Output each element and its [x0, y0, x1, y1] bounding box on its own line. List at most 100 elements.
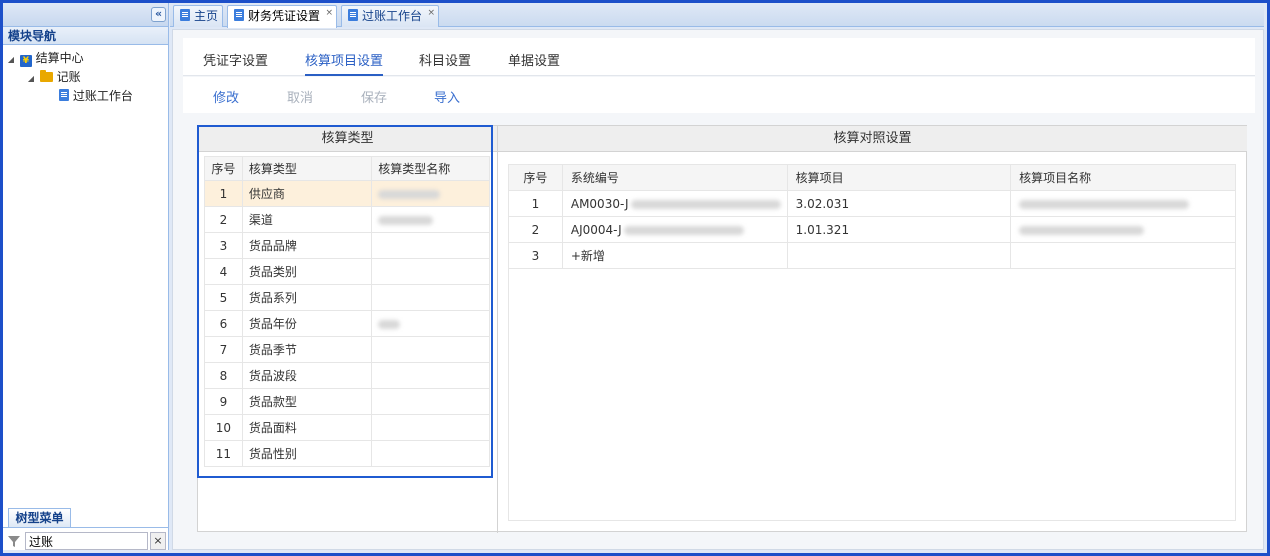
menu-search-row: × — [3, 531, 169, 551]
table-row[interactable]: 7 货品季节 — [204, 336, 490, 363]
column-header: 核算类型 — [241, 156, 373, 181]
accounting-type-cell[interactable]: 货品系列 — [241, 284, 373, 311]
column-header: 核算项目 — [786, 164, 1012, 191]
name-cell[interactable] — [371, 414, 490, 441]
system-code: AJ0004-J — [570, 222, 622, 237]
expand-arrow-icon[interactable]: ◢ — [26, 69, 36, 88]
close-icon[interactable]: × — [325, 3, 333, 23]
redacted-item-name-cell[interactable] — [1010, 216, 1236, 243]
import-button[interactable]: 导入 — [434, 87, 460, 106]
table-row[interactable]: 3 货品品牌 — [204, 232, 490, 259]
nav-title: 模块导航 — [3, 27, 168, 45]
folder-icon — [39, 70, 53, 82]
accounting-mapping-table: 序号 系统编号 核算项目 核算项目名称 1 AM0030-J 3.02.031 … — [508, 164, 1236, 269]
table-row[interactable]: 1 供应商 — [204, 180, 490, 207]
table-row[interactable]: 3 +新增 — [508, 242, 1236, 269]
tab-home[interactable]: 主页 — [173, 5, 223, 27]
table-row[interactable]: 5 货品系列 — [204, 284, 490, 311]
accounting-type-cell[interactable]: 货品年份 — [241, 310, 373, 337]
row-number: 2 — [508, 216, 563, 243]
yen-icon: ¥ — [19, 55, 32, 67]
name-cell[interactable] — [371, 336, 490, 363]
accounting-type-cell[interactable]: 货品品牌 — [241, 232, 373, 259]
name-cell[interactable] — [371, 284, 490, 311]
close-icon[interactable]: × — [150, 532, 166, 550]
accounting-type-cell[interactable]: 货品季节 — [241, 336, 373, 363]
table-row[interactable]: 8 货品波段 — [204, 362, 490, 389]
subtab-voucher-word[interactable]: 凭证字设置 — [203, 50, 268, 69]
tree-node-settlement-center[interactable]: ◢ ¥ 结算中心 — [3, 49, 168, 68]
table-row[interactable]: 4 货品类别 — [204, 258, 490, 285]
tab-label: 主页 — [194, 9, 219, 23]
system-code-cell[interactable]: AJ0004-J — [561, 216, 788, 243]
accounting-item-cell[interactable]: 1.01.321 — [786, 216, 1012, 243]
filter-icon[interactable] — [7, 534, 21, 548]
accounting-type-table: 序号 核算类型 核算类型名称 1 供应商 2 渠道 3 货品品牌 4 货品类别 … — [204, 156, 490, 467]
nav-panel-header: « — [3, 3, 168, 27]
accounting-item-cell[interactable]: 3.02.031 — [786, 190, 1012, 217]
subtab-documents[interactable]: 单据设置 — [508, 50, 560, 69]
close-icon[interactable]: × — [427, 3, 435, 23]
table-row[interactable]: 2 渠道 — [204, 206, 490, 233]
tab-posting-workbench[interactable]: 过账工作台 × — [341, 5, 439, 27]
accounting-type-cell[interactable]: 货品波段 — [241, 362, 373, 389]
row-number: 11 — [204, 440, 243, 467]
column-header: 核算类型名称 — [371, 156, 490, 181]
accounting-item-cell[interactable] — [786, 242, 1012, 269]
accounting-type-cell[interactable]: 货品款型 — [241, 388, 373, 415]
table-row[interactable]: 10 货品面料 — [204, 414, 490, 441]
table-row[interactable]: 6 货品年份 — [204, 310, 490, 337]
redacted-name-cell[interactable] — [371, 180, 490, 207]
row-number: 6 — [204, 310, 243, 337]
system-code-cell[interactable]: AM0030-J — [561, 190, 788, 217]
double-chevron-left-icon[interactable]: « — [151, 7, 166, 22]
redacted-item-name-cell[interactable] — [1010, 190, 1236, 217]
name-cell[interactable] — [371, 388, 490, 415]
document-icon — [180, 9, 190, 21]
table-row[interactable]: 9 货品款型 — [204, 388, 490, 415]
column-header: 序号 — [508, 164, 563, 191]
name-cell[interactable] — [371, 232, 490, 259]
tree-node-bookkeeping[interactable]: ◢ 记账 — [3, 68, 168, 87]
name-cell[interactable] — [371, 258, 490, 285]
column-header: 系统编号 — [561, 164, 788, 191]
accounting-mapping-panel: 核算对照设置 序号 系统编号 核算项目 核算项目名称 1 AM0030-J 3.… — [498, 126, 1248, 533]
name-cell[interactable] — [371, 362, 490, 389]
accounting-type-cell[interactable]: 供应商 — [241, 180, 373, 207]
tab-finance-voucher-settings[interactable]: 财务凭证设置 × — [227, 5, 337, 28]
table-row[interactable]: 11 货品性别 — [204, 440, 490, 467]
table-header-row: 序号 核算类型 核算类型名称 — [204, 156, 490, 181]
row-number: 9 — [204, 388, 243, 415]
expand-arrow-icon[interactable]: ◢ — [6, 50, 16, 69]
item-name-cell[interactable] — [1010, 242, 1236, 269]
tree-node-label: 结算中心 — [35, 51, 84, 65]
name-cell[interactable] — [371, 440, 490, 467]
row-number: 7 — [204, 336, 243, 363]
subtab-subjects[interactable]: 科目设置 — [419, 50, 471, 69]
nav-tree: ◢ ¥ 结算中心 ◢ 记账 过账工作台 — [3, 45, 168, 106]
add-new-row-button[interactable]: +新增 — [561, 242, 788, 269]
tree-node-label: 过账工作台 — [72, 89, 133, 103]
cancel-button[interactable]: 取消 — [287, 87, 313, 106]
table-row[interactable]: 1 AM0030-J 3.02.031 — [508, 190, 1236, 217]
save-button[interactable]: 保存 — [361, 87, 387, 106]
menu-search-input[interactable] — [25, 532, 148, 550]
accounting-panels: 核算类型 序号 核算类型 核算类型名称 1 供应商 2 渠道 3 货品品牌 4 … — [197, 125, 1248, 533]
tree-node-posting-workbench[interactable]: 过账工作台 — [3, 87, 168, 106]
accounting-type-cell[interactable]: 货品性别 — [241, 440, 373, 467]
main-content: 凭证字设置 核算项目设置 科目设置 单据设置 修改 取消 保存 导入 核算类型 … — [172, 29, 1264, 550]
redacted-name-cell[interactable] — [371, 206, 490, 233]
accounting-type-cell[interactable]: 货品面料 — [241, 414, 373, 441]
module-nav-panel: « 模块导航 ◢ ¥ 结算中心 ◢ 记账 过账工作台 树型菜单 × — [3, 3, 169, 550]
accounting-type-cell[interactable]: 渠道 — [241, 206, 373, 233]
tree-menu-tab[interactable]: 树型菜单 — [8, 508, 71, 528]
tree-node-label: 记账 — [56, 70, 81, 84]
edit-button[interactable]: 修改 — [213, 87, 239, 106]
row-number: 8 — [204, 362, 243, 389]
table-row[interactable]: 2 AJ0004-J 1.01.321 — [508, 216, 1236, 243]
row-number: 3 — [508, 242, 563, 269]
accounting-type-cell[interactable]: 货品类别 — [241, 258, 373, 285]
subtab-accounting-items[interactable]: 核算项目设置 — [305, 50, 384, 76]
redacted-name-cell[interactable] — [371, 310, 490, 337]
row-number: 10 — [204, 414, 243, 441]
